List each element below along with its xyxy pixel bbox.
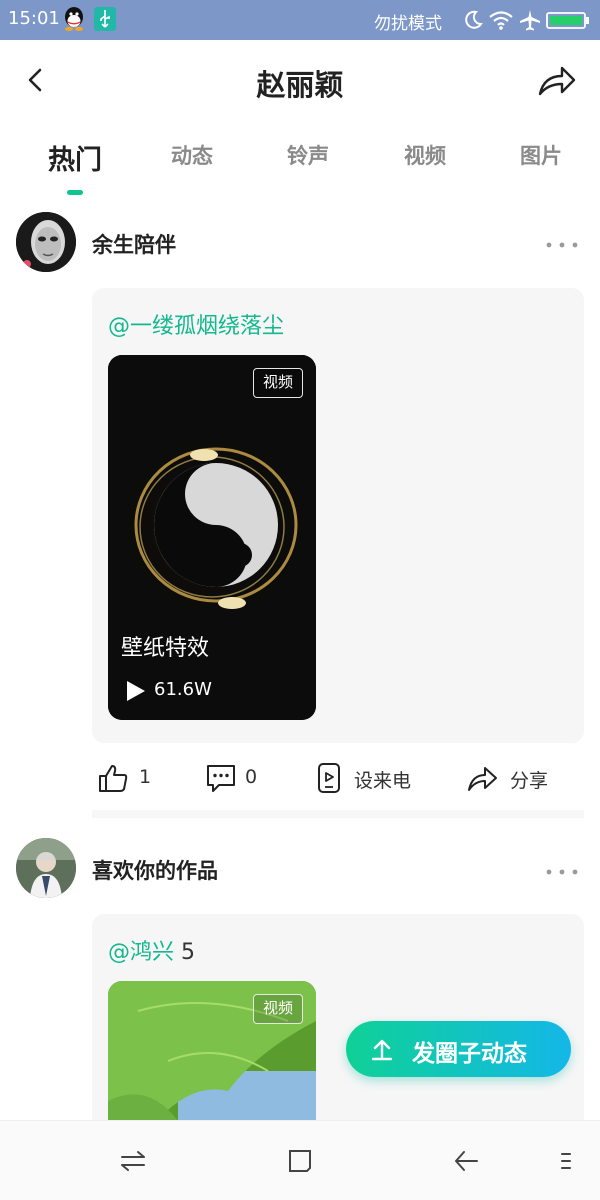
- more-options-icon[interactable]: [544, 240, 580, 250]
- phone-ringtone-icon: [318, 763, 340, 793]
- post-card: @一缕孤烟绕落尘 视频 壁纸特效 61.6W: [92, 288, 584, 743]
- moon-icon: [465, 10, 483, 29]
- post-card: @鸿兴 5 视频: [92, 914, 584, 1120]
- share-icon: [468, 767, 497, 791]
- tab-indicator: [67, 190, 83, 195]
- tab-hot[interactable]: 热门: [38, 138, 112, 177]
- menu-icon[interactable]: [558, 1147, 574, 1175]
- tab-ringtones[interactable]: 铃声: [276, 140, 340, 170]
- media-title: 壁纸特效: [121, 636, 210, 661]
- like-button[interactable]: 1: [97, 754, 167, 802]
- qq-icon: [65, 7, 83, 31]
- username[interactable]: 喜欢你的作品: [92, 855, 218, 885]
- airplane-icon: [520, 10, 540, 31]
- battery-icon: [546, 12, 589, 29]
- avatar[interactable]: [16, 838, 76, 898]
- avatar[interactable]: [16, 212, 76, 272]
- thumbs-up-icon: [99, 765, 128, 792]
- video-thumbnail[interactable]: 视频: [108, 981, 316, 1120]
- mention-link[interactable]: @鸿兴 5: [108, 934, 195, 966]
- switch-icon[interactable]: [119, 1147, 147, 1175]
- set-ringtone-label: 设来电: [354, 770, 412, 792]
- tab-bar: 热门 动态 铃声 视频 图片: [0, 124, 600, 200]
- mention-text[interactable]: @鸿兴: [108, 940, 174, 965]
- set-ringtone-button[interactable]: 设来电: [316, 754, 426, 802]
- status-time: 15:01: [8, 8, 60, 29]
- play-icon: [127, 681, 145, 701]
- play-count: 61.6W: [124, 678, 244, 702]
- system-nav-bar: [0, 1120, 600, 1200]
- page-title: 赵丽颖: [256, 68, 344, 102]
- header: 赵丽颖: [0, 40, 600, 124]
- wifi-icon: [489, 11, 513, 30]
- video-badge: 视频: [253, 368, 303, 398]
- share-label: 分享: [510, 770, 549, 792]
- home-square-icon[interactable]: [286, 1147, 314, 1175]
- play-count-value: 61.6W: [154, 679, 212, 700]
- mention-link[interactable]: @一缕孤烟绕落尘: [108, 308, 284, 340]
- usb-icon: [94, 7, 116, 31]
- post-item: 余生陪伴 @一缕孤烟绕落尘 视频 壁纸特效 61.6W 1 0 设来电 分享: [0, 200, 600, 820]
- tab-pictures[interactable]: 图片: [509, 140, 573, 170]
- like-count: 1: [139, 766, 152, 788]
- username[interactable]: 余生陪伴: [92, 229, 176, 259]
- comment-count: 0: [245, 766, 258, 788]
- back-arrow-icon[interactable]: [452, 1147, 480, 1175]
- tab-videos[interactable]: 视频: [393, 140, 457, 170]
- video-thumbnail[interactable]: 视频 壁纸特效 61.6W: [108, 355, 316, 720]
- mention-suffix: 5: [174, 940, 196, 965]
- more-options-icon[interactable]: [544, 867, 580, 877]
- post-actions: 1 0 设来电 分享: [92, 754, 584, 802]
- upload-icon: [371, 1039, 393, 1061]
- share-icon[interactable]: [536, 62, 578, 100]
- tab-dynamics[interactable]: 动态: [160, 140, 224, 170]
- status-bar: 15:01 勿扰模式: [0, 0, 600, 40]
- comment-button[interactable]: 0: [205, 754, 275, 802]
- mention-text[interactable]: @一缕孤烟绕落尘: [108, 314, 284, 339]
- share-post-button[interactable]: 分享: [467, 754, 567, 802]
- video-badge: 视频: [253, 994, 303, 1024]
- comment-icon: [207, 765, 235, 792]
- post-divider: [92, 810, 584, 818]
- post-dynamic-label: 发圈子动态: [412, 1041, 527, 1067]
- post-dynamic-button[interactable]: 发圈子动态: [346, 1021, 571, 1077]
- yin-yang-image: [108, 355, 316, 720]
- do-not-disturb-text: 勿扰模式: [374, 14, 442, 34]
